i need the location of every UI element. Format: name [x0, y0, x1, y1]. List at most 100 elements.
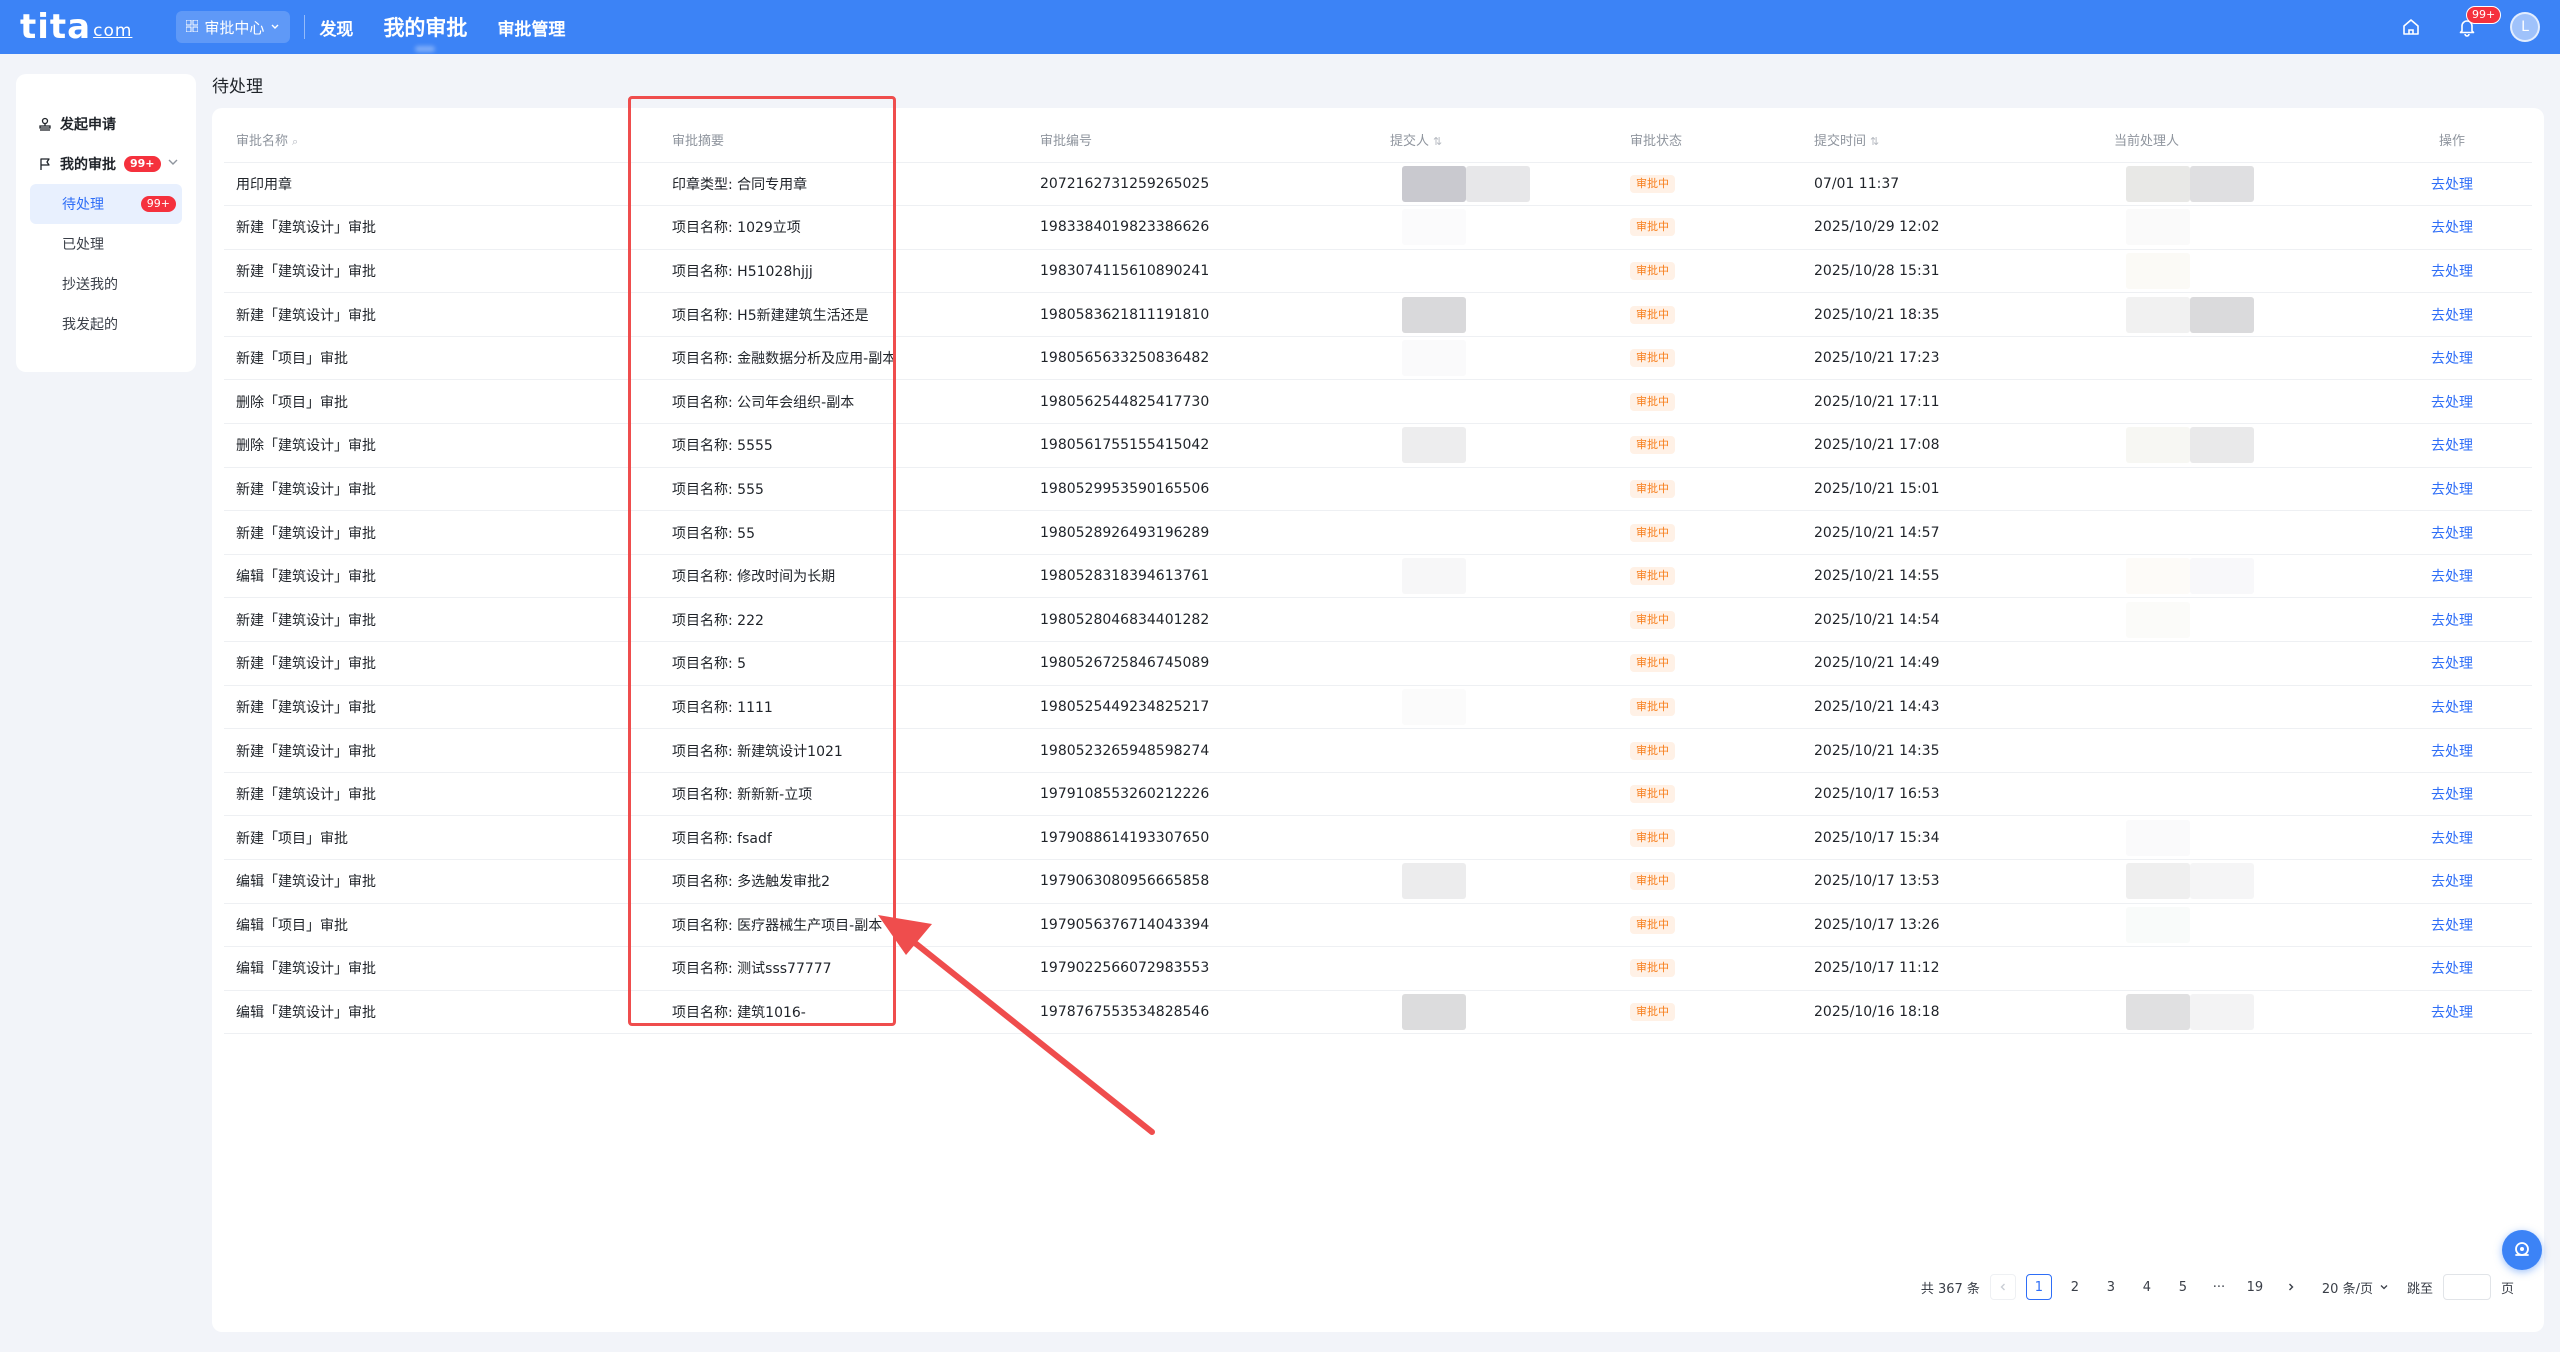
blurred-avatar: [1466, 297, 1530, 333]
blurred-avatar: [2190, 340, 2254, 376]
nav-my-approval[interactable]: 我的审批: [383, 12, 467, 42]
cell-status: 审批中: [1618, 685, 1802, 730]
process-link[interactable]: 去处理: [2372, 249, 2532, 294]
blurred-avatar: [1402, 471, 1466, 507]
blurred-avatar: [2126, 994, 2190, 1031]
cell-name: 编辑「建筑设计」审批: [224, 990, 660, 1035]
sidebar-item-processed[interactable]: 已处理: [16, 224, 182, 264]
prev-page-button[interactable]: [1989, 1274, 2016, 1300]
cell-time: 2025/10/21 17:08: [1802, 423, 2102, 468]
cell-status: 审批中: [1618, 815, 1802, 860]
blurred-avatar: [1466, 427, 1530, 463]
blurred-avatar: [2126, 689, 2190, 725]
sidebar-my-approval-label: 我的审批: [60, 157, 116, 173]
process-link[interactable]: 去处理: [2372, 597, 2532, 643]
col-header-label: 当前处理人: [2114, 134, 2180, 150]
search-icon[interactable]: ⌕: [292, 135, 298, 148]
page-5-button[interactable]: 5: [2170, 1274, 2196, 1300]
blurred-avatar: [2126, 733, 2190, 769]
cell-status: 审批中: [1618, 162, 1802, 207]
page-ellipsis[interactable]: ···: [2206, 1274, 2232, 1300]
cell-id: 1980562544825417730: [1028, 379, 1378, 425]
logo[interactable]: tita com: [20, 7, 132, 47]
blurred-avatar: [2190, 689, 2254, 725]
sidebar-item-cc-me[interactable]: 抄送我的: [16, 264, 182, 304]
process-link[interactable]: 去处理: [2372, 641, 2532, 686]
cell-name: 新建「建筑设计」审批: [224, 292, 660, 337]
filter-icon[interactable]: ⇅: [1433, 135, 1442, 148]
logo-text: tita: [20, 7, 92, 47]
page-1-button[interactable]: 1: [2025, 1274, 2052, 1300]
table-row: 新建「项目」审批 项目名称: fsadf 1979088614193307650 审批…: [224, 815, 2532, 860]
process-link[interactable]: 去处理: [2372, 423, 2532, 468]
cell-name: 编辑「建筑设计」审批: [224, 946, 660, 991]
sort-icon[interactable]: ⇅: [1870, 135, 1879, 148]
process-link[interactable]: 去处理: [2372, 990, 2532, 1035]
sidebar-my-approval[interactable]: 我的审批 99+: [16, 144, 196, 184]
table-row: 删除「建筑设计」审批 项目名称: 5555 1980561755155415042 审…: [224, 423, 2532, 468]
sidebar-item-initiated[interactable]: 我发起的: [16, 304, 182, 344]
process-link[interactable]: 去处理: [2372, 467, 2532, 512]
page-19-button[interactable]: 19: [2242, 1274, 2268, 1300]
process-link[interactable]: 去处理: [2372, 510, 2532, 555]
blurred-avatar: [1466, 776, 1530, 812]
process-link[interactable]: 去处理: [2372, 205, 2532, 250]
process-link[interactable]: 去处理: [2372, 859, 2532, 904]
process-link[interactable]: 去处理: [2372, 903, 2532, 948]
home-icon[interactable]: [2398, 14, 2424, 40]
top-bar: tita com 审批中心 发现 我的审批 审批管理 99+ L: [0, 0, 2560, 54]
process-link[interactable]: 去处理: [2372, 336, 2532, 381]
process-link[interactable]: 去处理: [2372, 292, 2532, 337]
status-badge: 审批中: [1630, 1003, 1675, 1022]
table-row: 新建「建筑设计」审批 项目名称: H5新建建筑生活还是 19805836218111…: [224, 292, 2532, 337]
cell-time: 2025/10/17 11:12: [1802, 946, 2102, 991]
cell-name: 新建「建筑设计」审批: [224, 772, 660, 817]
cell-submitter: [1378, 815, 1618, 860]
nav-discover[interactable]: 发现: [319, 15, 353, 40]
page-2-button[interactable]: 2: [2062, 1274, 2088, 1300]
blurred-avatar: [2190, 776, 2254, 812]
blurred-avatar: [1466, 471, 1530, 507]
nav-approval-management[interactable]: 审批管理: [497, 15, 565, 40]
col-header-time[interactable]: 提交时间 ⇅: [1802, 118, 2102, 163]
process-link[interactable]: 去处理: [2372, 772, 2532, 817]
process-link[interactable]: 去处理: [2372, 162, 2532, 207]
cell-id: 1980529953590165506: [1028, 467, 1378, 512]
blurred-avatar: [2126, 427, 2190, 464]
blurred-avatar: [1466, 165, 1530, 202]
process-link[interactable]: 去处理: [2372, 728, 2532, 773]
process-link[interactable]: 去处理: [2372, 685, 2532, 730]
cell-time: 2025/10/17 13:26: [1802, 903, 2102, 948]
sidebar: 发起申请 我的审批 99+ 待处理 99+ 已处理 抄送我的 我发起的: [16, 74, 196, 372]
page-size-select[interactable]: 20 条/页: [2314, 1274, 2397, 1300]
sidebar-my-approval-badge: 99+: [124, 156, 161, 172]
cell-handler: [2102, 423, 2372, 468]
col-header-name[interactable]: 审批名称 ⌕: [224, 118, 660, 163]
process-link[interactable]: 去处理: [2372, 379, 2532, 425]
cell-time: 2025/10/21 15:01: [1802, 467, 2102, 512]
col-header-submitter[interactable]: 提交人 ⇅: [1378, 118, 1618, 163]
sidebar-item-pending[interactable]: 待处理 99+: [30, 184, 182, 224]
page-4-button[interactable]: 4: [2134, 1274, 2160, 1300]
blurred-avatar: [1402, 733, 1466, 769]
jump-page-input[interactable]: [2442, 1274, 2491, 1300]
process-link[interactable]: 去处理: [2372, 815, 2532, 860]
cell-time: 07/01 11:37: [1802, 162, 2102, 207]
next-page-button[interactable]: [2278, 1274, 2304, 1300]
user-avatar[interactable]: L: [2510, 12, 2540, 42]
blurred-avatar: [1402, 907, 1466, 943]
process-link[interactable]: 去处理: [2372, 554, 2532, 599]
customer-service-button[interactable]: [2502, 1230, 2542, 1270]
cell-time: 2025/10/21 14:49: [1802, 641, 2102, 686]
sidebar-start-application[interactable]: 发起申请: [16, 104, 196, 144]
page-3-button[interactable]: 3: [2098, 1274, 2124, 1300]
cell-submitter: [1378, 162, 1618, 207]
blurred-avatar: [2126, 384, 2190, 420]
cell-name: 编辑「项目」审批: [224, 903, 660, 948]
cell-status: 审批中: [1618, 990, 1802, 1035]
col-header-handler: 当前处理人: [2102, 118, 2372, 163]
process-link[interactable]: 去处理: [2372, 946, 2532, 991]
chevron-down-icon: [2380, 1285, 2388, 1290]
app-switch-dropdown[interactable]: 审批中心: [176, 11, 291, 43]
bell-icon[interactable]: 99+: [2454, 6, 2502, 40]
